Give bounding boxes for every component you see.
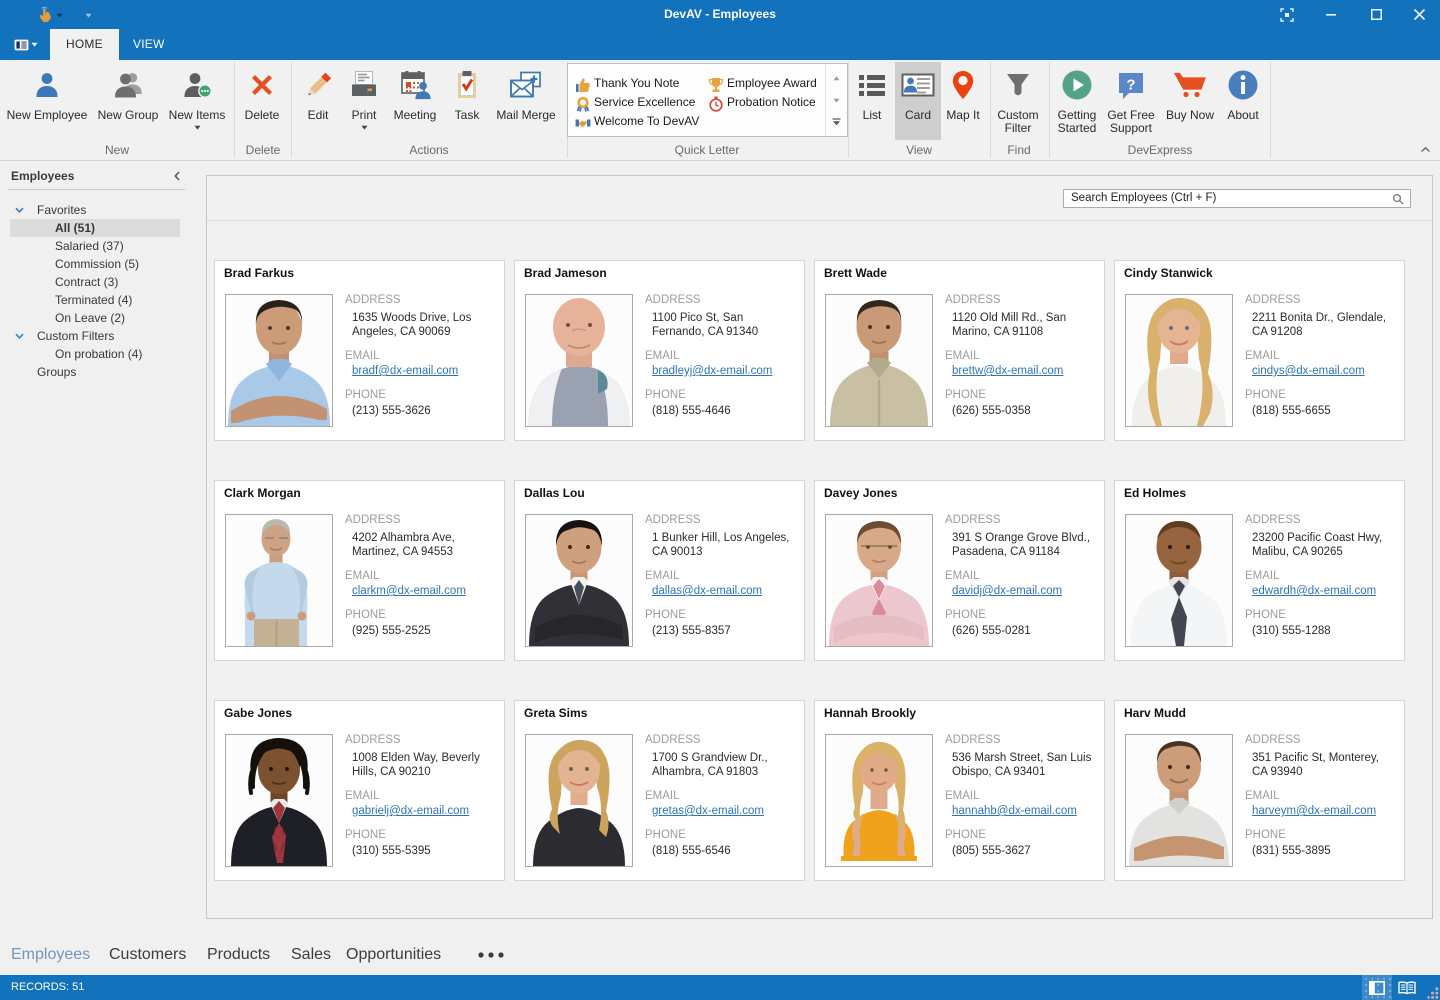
svg-text:?: ? [1126,77,1135,94]
